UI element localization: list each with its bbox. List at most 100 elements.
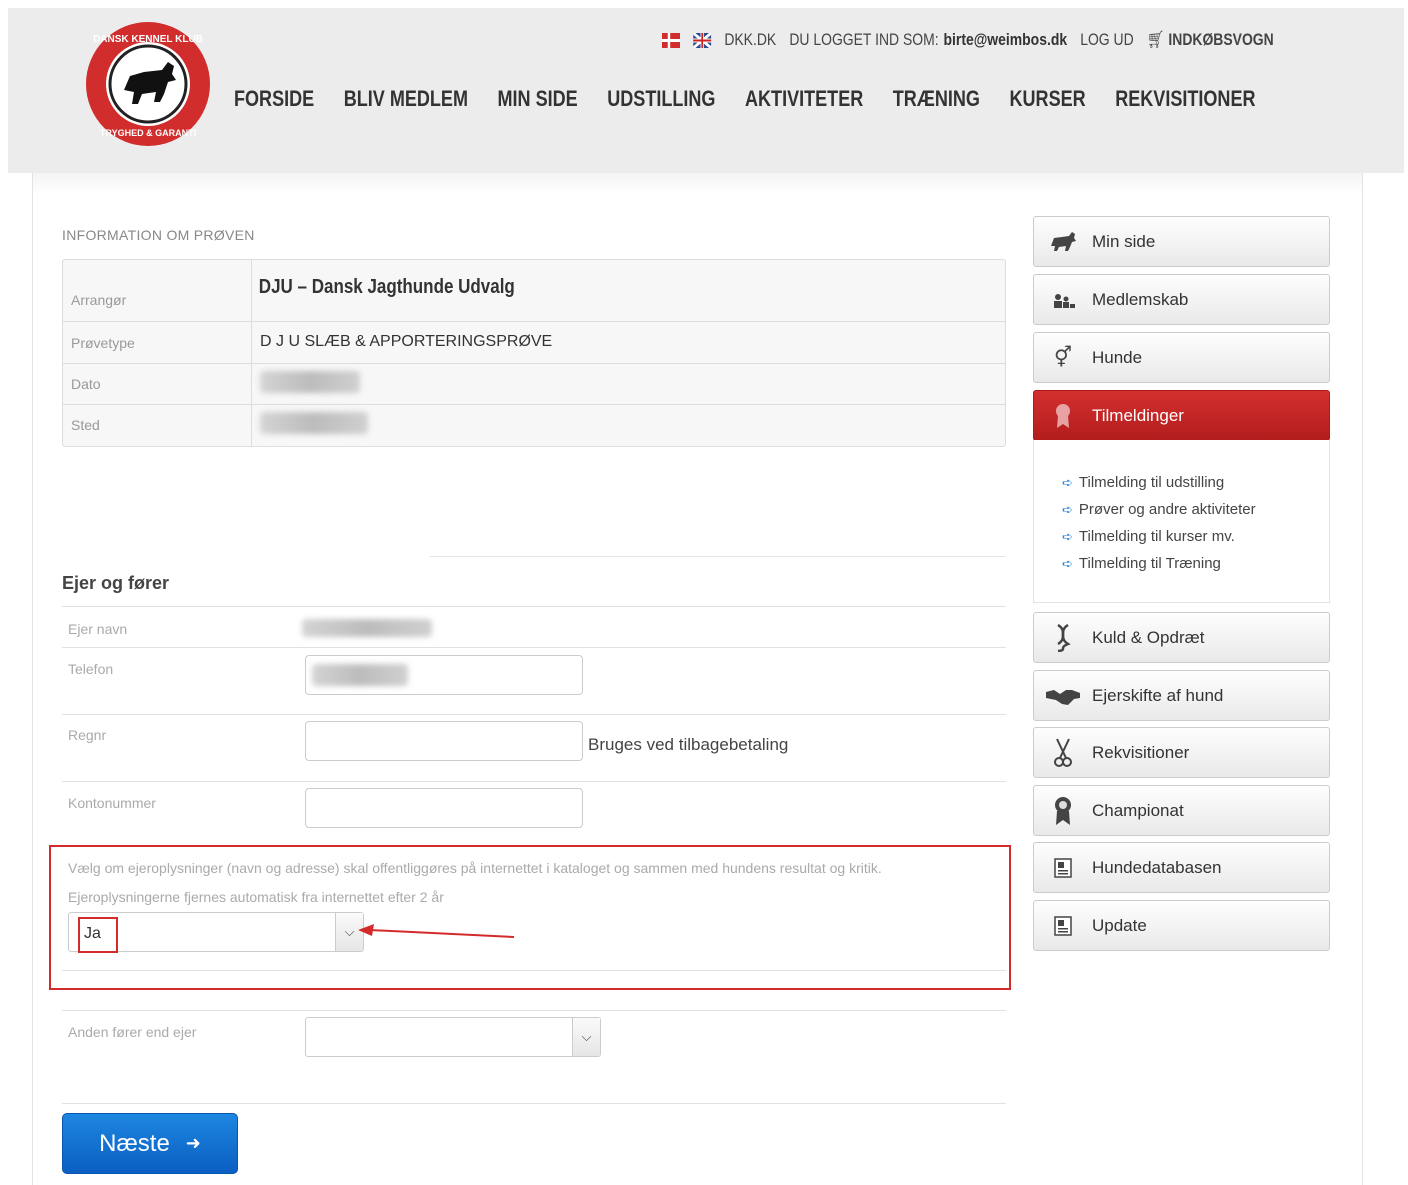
- award-icon: [1034, 796, 1092, 826]
- info-label: Prøvetype: [63, 322, 252, 363]
- sidebar-item-update[interactable]: Update: [1033, 900, 1330, 951]
- arrow-right-icon: ➪: [1062, 502, 1073, 517]
- submenu-item-label: Tilmelding til Træning: [1078, 555, 1221, 572]
- submenu-item-udstilling[interactable]: ➪ Tilmelding til udstilling: [1062, 474, 1224, 491]
- redacted-place: [260, 412, 368, 434]
- info-label: Sted: [63, 405, 252, 446]
- logged-in-prefix: DU LOGGET IND SOM:: [789, 30, 939, 49]
- regnr-hint: Bruges ved tilbagebetaling: [588, 735, 789, 754]
- type-value: D J U SLÆB & APPORTERINGSPRØVE: [260, 333, 553, 350]
- date-value: [252, 364, 1005, 404]
- annotation-arrow-icon: [358, 924, 515, 938]
- info-section-title: INFORMATION OM PRØVEN: [62, 227, 255, 243]
- divider: [62, 714, 1006, 715]
- nav-rekvisitioner[interactable]: REKVISITIONER: [1115, 86, 1255, 112]
- content-frame-left: [32, 173, 33, 1185]
- organizer-value: DJU – Dansk Jagthunde Udvalg: [258, 276, 515, 298]
- divider: [62, 647, 1006, 648]
- submenu-item-label: Tilmelding til udstilling: [1078, 474, 1225, 491]
- scissors-icon: [1034, 738, 1092, 768]
- cart-link[interactable]: 🛒︎ INDKØBSVOGN: [1147, 30, 1274, 50]
- database-icon: [1034, 857, 1092, 878]
- nav-forside[interactable]: FORSIDE: [234, 86, 314, 112]
- content-frame-top: [33, 173, 1362, 195]
- info-row-type: Prøvetype D J U SLÆB & APPORTERINGSPRØVE: [63, 322, 1005, 364]
- nav-min-side[interactable]: MIN SIDE: [498, 86, 578, 112]
- redacted-date: [260, 371, 360, 393]
- arrow-right-icon: ➜: [185, 1133, 201, 1153]
- sidebar-item-ejerskifte[interactable]: Ejerskifte af hund: [1033, 670, 1330, 721]
- sidebar-item-label: Rekvisitioner: [1092, 742, 1190, 762]
- chevron-down-icon[interactable]: ⌵: [572, 1018, 600, 1056]
- other-handler-select[interactable]: ⌵: [305, 1017, 601, 1057]
- info-table: Arrangør DJU – Dansk Jagthunde Udvalg Pr…: [62, 259, 1006, 447]
- sidebar-item-medlemskab[interactable]: Medlemskab: [1033, 274, 1330, 325]
- dkk-site-link[interactable]: DKK.DK: [724, 30, 776, 50]
- submenu-item-label: Prøver og andre aktiviteter: [1078, 501, 1256, 518]
- info-label: Dato: [63, 364, 252, 404]
- sidebar-item-championat[interactable]: Championat: [1033, 785, 1330, 836]
- nav-traening[interactable]: TRÆNING: [893, 86, 980, 112]
- redacted-owner-name: [302, 619, 432, 637]
- sidebar-item-hunde[interactable]: ⚥ Hunde: [1033, 332, 1330, 383]
- regnr-input[interactable]: [305, 721, 583, 761]
- content-frame-right: [1362, 173, 1363, 1185]
- divider: [62, 1010, 1006, 1011]
- divider: [62, 1103, 1006, 1104]
- info-label: Arrangør: [63, 260, 252, 321]
- sidebar-item-label: Kuld & Opdræt: [1092, 627, 1205, 647]
- logo-text-bottom: TRYGHED & GARANTI: [100, 128, 196, 138]
- publish-selected-value: Ja: [78, 917, 118, 953]
- next-button[interactable]: Næste ➜: [62, 1113, 238, 1174]
- submenu-item-proever[interactable]: ➪ Prøver og andre aktiviteter: [1062, 501, 1256, 518]
- sidebar-item-label: Min side: [1092, 231, 1156, 251]
- sidebar-item-label: Update: [1092, 915, 1147, 935]
- logo-text-top: DANSK KENNEL KLUB: [93, 34, 203, 45]
- uk-flag-icon[interactable]: [692, 31, 712, 49]
- arrow-right-icon: ➪: [1062, 475, 1073, 490]
- account-label: Kontonummer: [68, 795, 156, 811]
- info-row-organizer: Arrangør DJU – Dansk Jagthunde Udvalg: [63, 260, 1005, 322]
- danish-flag-icon[interactable]: [662, 32, 681, 48]
- user-email: birte@weimbos.dk: [943, 30, 1068, 49]
- info-row-date: Dato: [63, 364, 1005, 405]
- divider: [62, 781, 1006, 782]
- phone-input[interactable]: [305, 655, 583, 695]
- top-bar: DKK.DK DU LOGGET IND SOM: birte@weimbos.d…: [662, 30, 1287, 50]
- ribbon-icon: [1034, 403, 1092, 429]
- sidebar-item-tilmeldinger[interactable]: Tilmeldinger: [1033, 390, 1330, 441]
- sidebar-item-label: Championat: [1092, 800, 1184, 820]
- sidebar-item-rekvisitioner[interactable]: Rekvisitioner: [1033, 727, 1330, 778]
- sidebar-item-label: Hunde: [1092, 347, 1143, 367]
- nav-bliv-medlem[interactable]: BLIV MEDLEM: [344, 86, 468, 112]
- sidebar-item-min-side[interactable]: Min side: [1033, 216, 1330, 267]
- next-button-label: Næste: [99, 1129, 170, 1157]
- dkk-logo[interactable]: DANSK KENNEL KLUB TRYGHED & GARANTI: [84, 20, 212, 148]
- publish-notice: Vælg om ejeroplysninger (navn og adresse…: [68, 860, 882, 876]
- phone-label: Telefon: [68, 661, 114, 677]
- database-icon: [1034, 915, 1092, 936]
- logged-in-label: DU LOGGET IND SOM: birte@weimbos.dk: [789, 30, 1067, 50]
- tilmeldinger-submenu: ➪ Tilmelding til udstilling ➪ Prøver og an…: [1033, 440, 1330, 603]
- sidebar-item-kuld-opdraet[interactable]: Kuld & Opdræt: [1033, 612, 1330, 663]
- arrow-right-icon: ➪: [1062, 556, 1073, 571]
- dna-icon: [1034, 623, 1092, 652]
- nav-aktiviteter[interactable]: AKTIVITETER: [745, 86, 863, 112]
- nav-udstilling[interactable]: UDSTILLING: [607, 86, 715, 112]
- divider: [430, 556, 1006, 557]
- owner-section-title: Ejer og fører: [62, 573, 170, 593]
- handshake-icon: [1034, 686, 1092, 706]
- nav-kurser[interactable]: KURSER: [1009, 86, 1085, 112]
- logout-link[interactable]: LOG UD: [1080, 30, 1133, 50]
- submenu-item-label: Tilmelding til kurser mv.: [1078, 528, 1235, 545]
- cart-label: INDKØBSVOGN: [1168, 30, 1274, 49]
- other-handler-label: Anden fører end ejer: [68, 1024, 197, 1040]
- members-icon: [1034, 292, 1092, 308]
- cart-icon: 🛒︎: [1146, 30, 1165, 49]
- arrow-right-icon: ➪: [1062, 529, 1073, 544]
- submenu-item-traening[interactable]: ➪ Tilmelding til Træning: [1062, 555, 1221, 572]
- submenu-item-kurser[interactable]: ➪ Tilmelding til kurser mv.: [1062, 528, 1235, 545]
- sidebar-item-label: Hundedatabasen: [1092, 857, 1222, 877]
- account-input[interactable]: [305, 788, 583, 828]
- sidebar-item-hundedatabasen[interactable]: Hundedatabasen: [1033, 842, 1330, 893]
